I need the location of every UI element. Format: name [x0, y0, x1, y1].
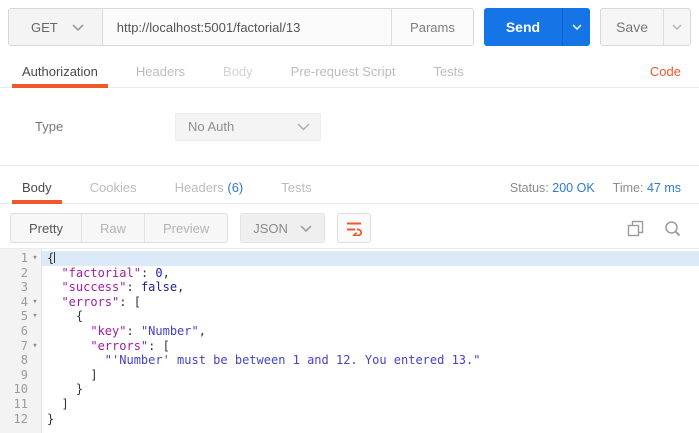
send-button[interactable]: Send	[484, 8, 562, 46]
pretty-mode-button[interactable]: Pretty	[11, 214, 81, 242]
view-mode-group: Pretty Raw Preview	[10, 213, 228, 243]
status-value: 200 OK	[552, 181, 594, 195]
line-number: 9	[6, 368, 28, 383]
params-button[interactable]: Params	[391, 9, 473, 45]
code-line-text: }	[42, 412, 699, 427]
line-number: 6	[6, 324, 28, 339]
code-line-text: "factorial": 0,	[42, 266, 699, 281]
code-line-text: }	[42, 382, 699, 397]
url-group: GET Params	[8, 8, 474, 46]
response-viewer-toolbar: Pretty Raw Preview JSON	[10, 212, 689, 244]
line-number: 11	[6, 397, 28, 412]
code-line-text: "errors": [	[42, 339, 699, 354]
tab-authorization[interactable]: Authorization	[12, 56, 108, 87]
response-body-editor[interactable]: 1▾{2 "factorial": 0,3 "success": false,4…	[0, 248, 699, 433]
tab-tests[interactable]: Tests	[423, 56, 473, 87]
raw-mode-button[interactable]: Raw	[81, 214, 144, 242]
tab-pre-request-script[interactable]: Pre-request Script	[281, 56, 406, 87]
auth-type-value: No Auth	[188, 119, 234, 134]
line-number: 5	[6, 309, 28, 324]
code-line-text: "errors": [	[42, 295, 699, 310]
tab-response-cookies[interactable]: Cookies	[80, 172, 147, 203]
code-line-text: ]	[42, 397, 699, 412]
tab-response-headers[interactable]: Headers (6)	[165, 172, 254, 203]
code-line: 10 }	[0, 382, 699, 397]
chevron-down-icon	[572, 24, 582, 30]
search-response-button[interactable]	[664, 220, 681, 237]
auth-type-label: Type	[35, 119, 175, 134]
method-label: GET	[31, 20, 58, 35]
text-cursor	[54, 252, 55, 263]
fold-arrow-icon[interactable]: ▾	[28, 251, 42, 266]
fold-arrow-icon[interactable]: ▾	[28, 295, 42, 310]
code-link[interactable]: Code	[650, 64, 681, 79]
save-options-button[interactable]	[663, 9, 690, 45]
send-options-button[interactable]	[562, 8, 590, 46]
tab-headers[interactable]: Headers	[126, 56, 195, 87]
code-line: 2 "factorial": 0,	[0, 266, 699, 281]
code-line: 3 "success": false,	[0, 280, 699, 295]
chevron-down-icon	[297, 123, 310, 131]
code-line-text: ]	[42, 368, 699, 383]
url-input[interactable]	[103, 9, 391, 45]
code-lines: 1▾{2 "factorial": 0,3 "success": false,4…	[0, 249, 699, 426]
status-badge: Status: 200 OK	[510, 181, 595, 195]
code-line-text: {	[42, 309, 699, 324]
code-line-text: {	[42, 251, 699, 266]
line-number: 10	[6, 382, 28, 397]
request-bar: GET Params Send Save	[8, 8, 691, 46]
wrap-text-button[interactable]	[337, 213, 371, 243]
line-number: 4	[6, 295, 28, 310]
chevron-down-icon	[300, 225, 312, 232]
code-line-text: "'Number' must be between 1 and 12. You …	[42, 353, 699, 368]
code-line: 6 "key": "Number",	[0, 324, 699, 339]
fold-arrow-icon[interactable]: ▾	[28, 339, 42, 354]
fold-arrow-icon[interactable]: ▾	[28, 309, 42, 324]
response-tabs: Body Cookies Headers (6) Tests Status: 2…	[0, 172, 699, 204]
auth-type-selector[interactable]: No Auth	[175, 113, 321, 141]
postman-window: GET Params Send Save	[0, 0, 699, 433]
code-line-text: "key": "Number",	[42, 324, 699, 339]
tab-response-tests[interactable]: Tests	[271, 172, 321, 203]
tab-response-body[interactable]: Body	[12, 172, 62, 203]
line-number: 2	[6, 266, 28, 281]
tab-body[interactable]: Body	[213, 56, 263, 87]
search-icon	[664, 220, 681, 237]
params-label: Params	[410, 20, 455, 35]
chevron-down-icon	[72, 24, 84, 31]
authorization-panel: Type No Auth	[0, 88, 699, 166]
language-selector[interactable]: JSON	[240, 213, 325, 243]
chevron-down-icon	[672, 24, 682, 30]
line-number: 3	[6, 280, 28, 295]
method-selector[interactable]: GET	[9, 9, 103, 45]
code-line: 9 ]	[0, 368, 699, 383]
time-label: Time:	[613, 181, 644, 195]
language-value: JSON	[253, 221, 288, 236]
copy-icon	[627, 220, 644, 237]
time-value: 47 ms	[647, 181, 681, 195]
response-headers-count: (6)	[227, 180, 243, 195]
code-line: 11 ]	[0, 397, 699, 412]
preview-mode-button[interactable]: Preview	[144, 214, 227, 242]
code-line: 8 "'Number' must be between 1 and 12. Yo…	[0, 353, 699, 368]
wrap-text-icon	[345, 220, 363, 236]
status-label: Status:	[510, 181, 549, 195]
line-number: 7	[6, 339, 28, 354]
code-line: 1▾{	[0, 251, 699, 266]
line-number: 12	[6, 412, 28, 427]
line-number: 8	[6, 353, 28, 368]
response-headers-label: Headers	[175, 180, 224, 195]
send-button-group: Send	[484, 8, 590, 46]
code-line-text: "success": false,	[42, 280, 699, 295]
request-tabs: Authorization Headers Body Pre-request S…	[0, 56, 699, 88]
save-button[interactable]: Save	[601, 9, 663, 45]
code-line: 7▾ "errors": [	[0, 339, 699, 354]
line-number: 1	[6, 251, 28, 266]
code-line: 5▾ {	[0, 309, 699, 324]
code-line: 4▾ "errors": [	[0, 295, 699, 310]
code-line: 12}	[0, 412, 699, 427]
time-badge: Time: 47 ms	[613, 181, 681, 195]
save-button-group: Save	[600, 8, 691, 46]
copy-response-button[interactable]	[627, 220, 644, 237]
